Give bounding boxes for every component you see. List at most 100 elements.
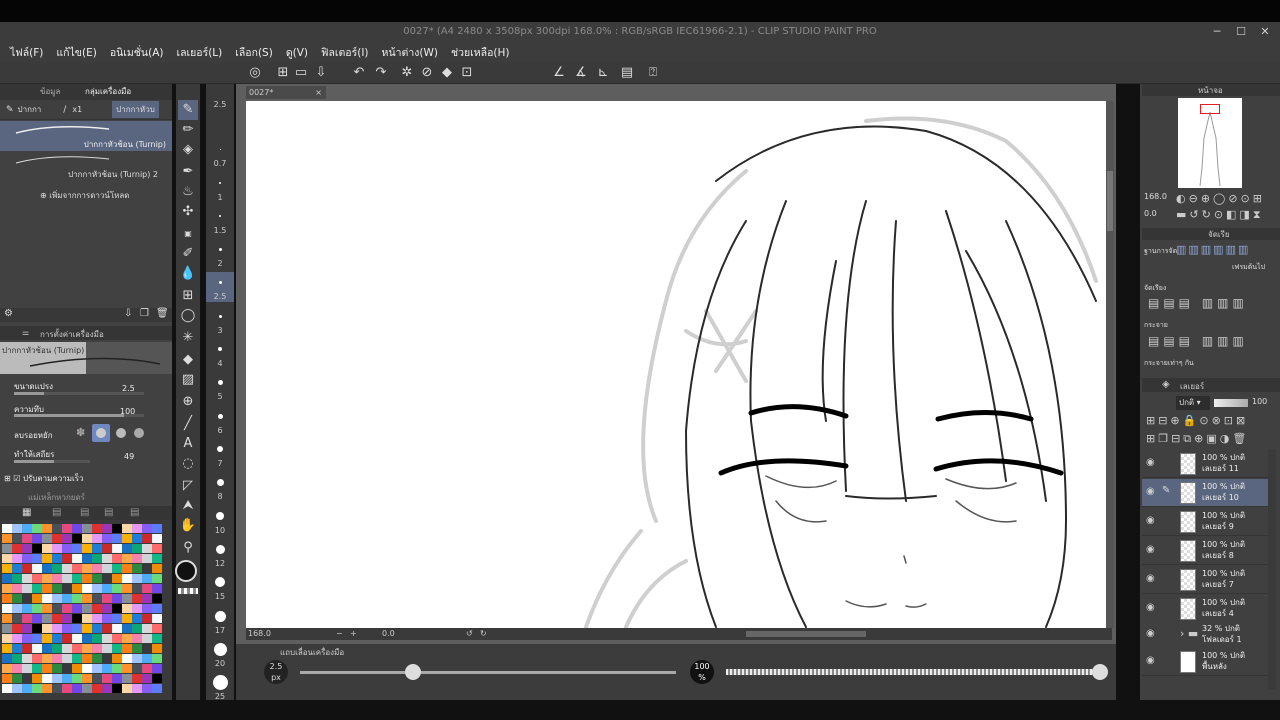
- color-swatch[interactable]: [2, 574, 12, 583]
- palette-icon[interactable]: ▦: [22, 507, 31, 518]
- color-swatch[interactable]: [92, 664, 102, 673]
- color-swatch[interactable]: [102, 564, 112, 573]
- color-swatch[interactable]: [112, 624, 122, 633]
- color-swatch[interactable]: [62, 674, 72, 683]
- color-swatch[interactable]: [62, 594, 72, 603]
- color-swatch[interactable]: [112, 654, 122, 663]
- color-swatch[interactable]: [122, 674, 132, 683]
- navigator-zoom-controls[interactable]: ◐⊖⊕◯⊘⊙⊞: [1176, 192, 1265, 205]
- color-swatch[interactable]: [72, 604, 82, 613]
- color-swatch[interactable]: [122, 664, 132, 673]
- color-swatch[interactable]: [42, 644, 52, 653]
- color-swatch[interactable]: [112, 674, 122, 683]
- color-swatch[interactable]: [12, 564, 22, 573]
- color-swatch[interactable]: [72, 674, 82, 683]
- color-swatch[interactable]: [72, 634, 82, 643]
- menu-filter[interactable]: ฟิลเตอร์(I): [321, 44, 369, 61]
- color-swatch[interactable]: [122, 684, 132, 693]
- color-swatch[interactable]: [152, 544, 162, 553]
- subtool-tab-x1[interactable]: x1: [72, 105, 82, 114]
- color-swatch[interactable]: [52, 684, 62, 693]
- color-swatch[interactable]: [22, 624, 32, 633]
- color-swatch[interactable]: [152, 594, 162, 603]
- color-swatch[interactable]: [102, 634, 112, 643]
- blend-mode-select[interactable]: ปกติ ▾: [1176, 396, 1210, 410]
- size-slider-knob[interactable]: [404, 664, 421, 680]
- brush-tool-icon[interactable]: ✒: [178, 162, 198, 182]
- color-swatch[interactable]: [42, 674, 52, 683]
- eyedropper-tool-icon[interactable]: ⚲: [178, 538, 198, 558]
- color-swatch[interactable]: [42, 664, 52, 673]
- color-swatch[interactable]: [132, 564, 142, 573]
- brush-size-preset[interactable]: 15: [206, 572, 234, 602]
- color-swatch[interactable]: [32, 664, 42, 673]
- brush-size-preset[interactable]: 7: [206, 439, 234, 469]
- color-swatch[interactable]: [102, 684, 112, 693]
- eye-icon[interactable]: ◉: [1146, 486, 1155, 497]
- color-swatch[interactable]: [102, 584, 112, 593]
- color-swatch[interactable]: [72, 554, 82, 563]
- color-swatch[interactable]: [142, 624, 152, 633]
- color-swatch[interactable]: [142, 664, 152, 673]
- layer-row[interactable]: ◉ › ▬ 32 % ปกติ โฟลเดอร์ 1: [1142, 621, 1268, 649]
- palette-tab-2[interactable]: ▤: [52, 507, 61, 518]
- color-swatch[interactable]: [102, 664, 112, 673]
- color-swatch[interactable]: [132, 624, 142, 633]
- color-swatch[interactable]: [142, 674, 152, 683]
- color-swatch[interactable]: [22, 684, 32, 693]
- color-swatch[interactable]: [2, 684, 12, 693]
- color-swatch[interactable]: [112, 614, 122, 623]
- zoom-in-icon[interactable]: +: [350, 628, 357, 640]
- color-swatch[interactable]: [122, 534, 132, 543]
- layer-action-icons[interactable]: ⊞❐⊟⧉⊕▣◑🗑: [1146, 432, 1249, 446]
- zoom-value[interactable]: 168.0: [248, 628, 271, 640]
- align-base-icons[interactable]: ▥▥▥▥▥▥: [1176, 243, 1250, 256]
- color-swatch[interactable]: [82, 524, 92, 533]
- color-swatch[interactable]: [32, 594, 42, 603]
- color-swatch[interactable]: [142, 554, 152, 563]
- color-swatch[interactable]: [102, 674, 112, 683]
- fill-icon[interactable]: ◆: [438, 64, 456, 82]
- color-swatch[interactable]: [32, 524, 42, 533]
- color-swatch[interactable]: [2, 614, 12, 623]
- color-swatch[interactable]: [72, 684, 82, 693]
- brush-size-preset[interactable]: 3: [206, 306, 234, 336]
- sparkle-tool-icon[interactable]: ✳: [178, 328, 198, 348]
- opacity-slider[interactable]: [14, 414, 144, 417]
- perspective-icon[interactable]: ⊾: [594, 64, 612, 82]
- brush-size-preset[interactable]: 2.5: [206, 272, 234, 302]
- color-swatch[interactable]: [152, 584, 162, 593]
- color-swatch[interactable]: [2, 664, 12, 673]
- layer-panel-title[interactable]: เลเยอร์: [1180, 380, 1204, 393]
- layer-row[interactable]: ◉ 100 % ปกติ เลเยอร์ 7: [1142, 566, 1268, 594]
- brush-size-preset[interactable]: 20: [206, 639, 234, 669]
- distribute-icons[interactable]: ▤▤▤ ▥▥▥: [1148, 334, 1248, 348]
- color-swatch[interactable]: [72, 544, 82, 553]
- opacity-slider-knob[interactable]: [1092, 664, 1108, 680]
- color-swatch[interactable]: [112, 684, 122, 693]
- color-swatch[interactable]: [92, 564, 102, 573]
- color-swatch[interactable]: [102, 624, 112, 633]
- fill-tool-icon[interactable]: ◆: [178, 350, 198, 370]
- frame-tool-icon[interactable]: ◸: [178, 476, 198, 496]
- menu-select[interactable]: เลือก(S): [235, 44, 273, 61]
- color-swatch[interactable]: [52, 594, 62, 603]
- color-swatch[interactable]: [62, 664, 72, 673]
- menu-view[interactable]: ดู(V): [286, 44, 308, 61]
- color-swatch[interactable]: [132, 614, 142, 623]
- menu-layer[interactable]: เลเยอร์(L): [177, 44, 223, 61]
- color-swatch[interactable]: [52, 574, 62, 583]
- color-swatch[interactable]: [52, 644, 62, 653]
- color-swatch[interactable]: [12, 544, 22, 553]
- color-swatch[interactable]: [112, 634, 122, 643]
- color-swatch[interactable]: [32, 564, 42, 573]
- color-swatch[interactable]: [52, 564, 62, 573]
- color-swatch[interactable]: [52, 654, 62, 663]
- color-swatch[interactable]: [102, 654, 112, 663]
- eye-icon[interactable]: ◉: [1146, 573, 1155, 584]
- color-swatch[interactable]: [142, 604, 152, 613]
- menu-animation[interactable]: อนิเมชั่น(A): [110, 44, 164, 61]
- color-swatch[interactable]: [142, 684, 152, 693]
- eye-icon[interactable]: ◉: [1146, 628, 1155, 639]
- color-swatch[interactable]: [42, 564, 52, 573]
